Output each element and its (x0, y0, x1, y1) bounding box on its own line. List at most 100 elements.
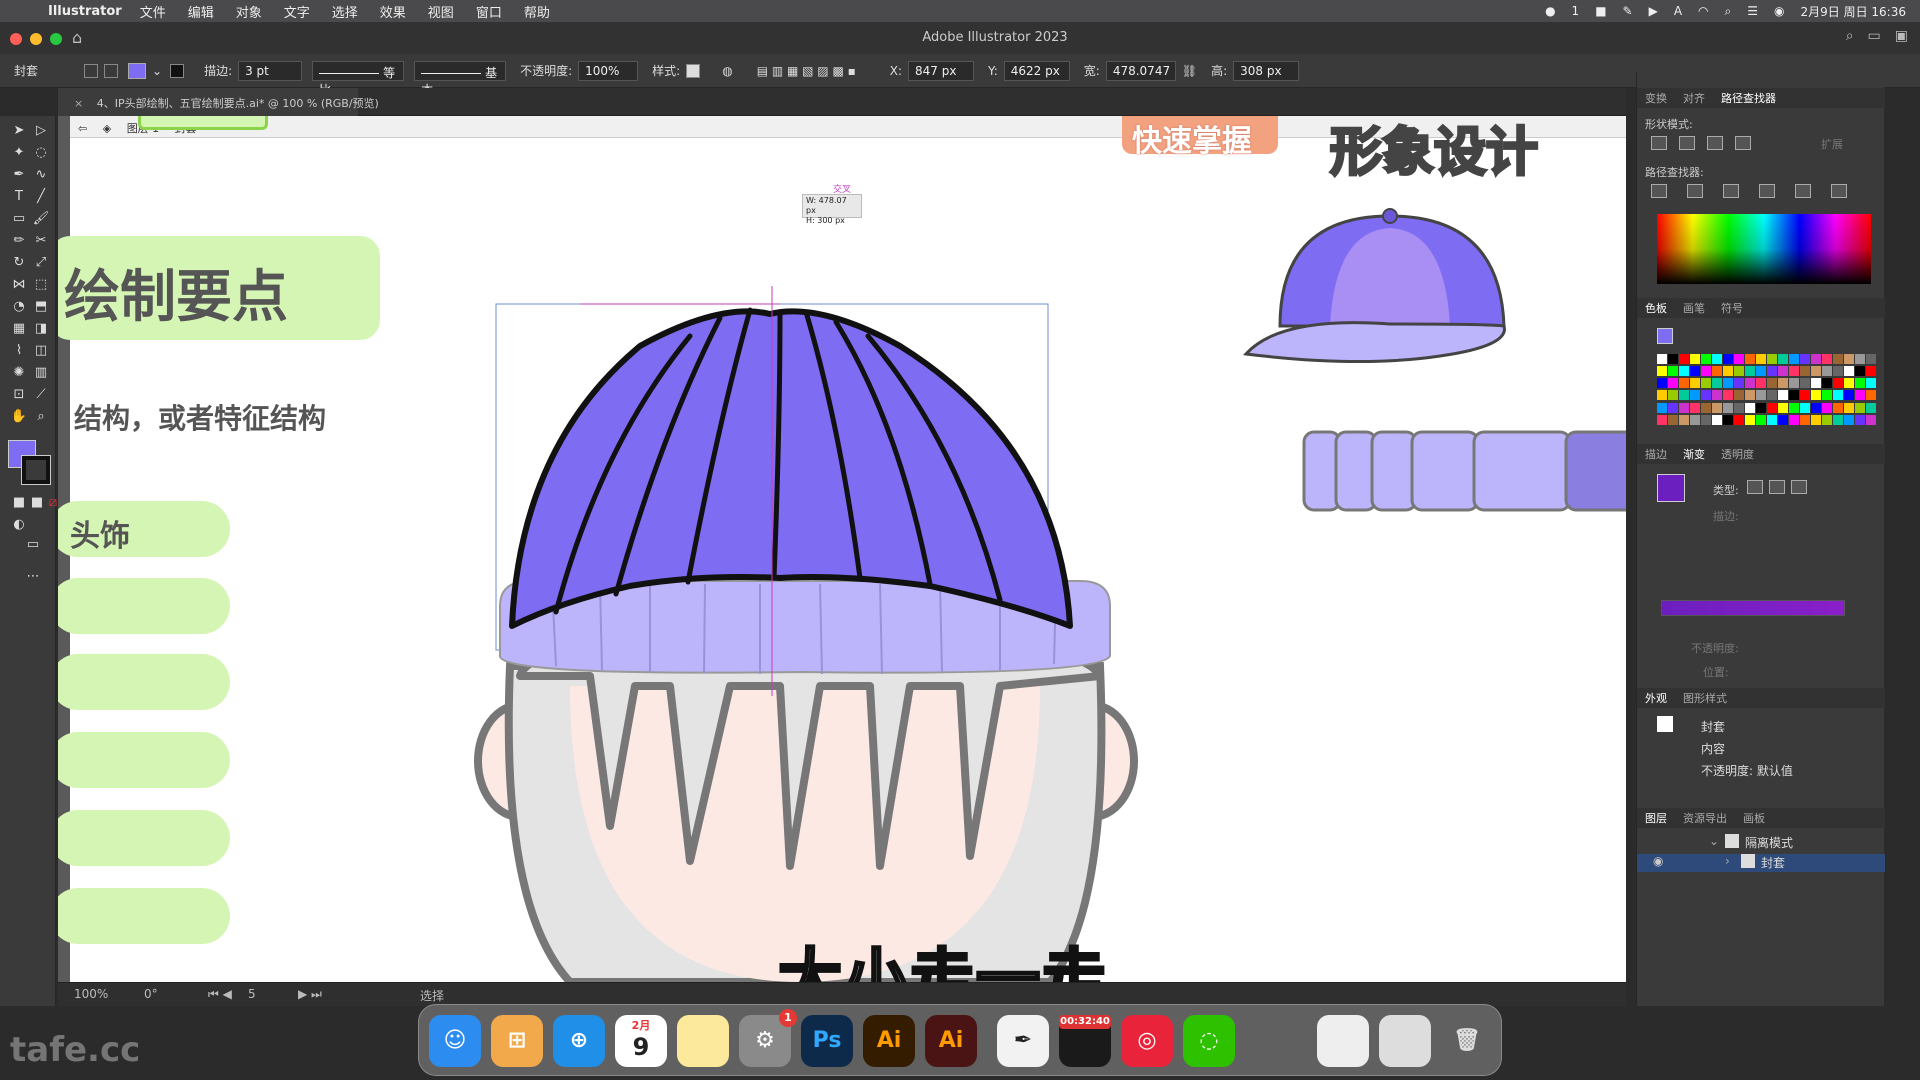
swatch[interactable] (1855, 354, 1865, 364)
stroke-weight-field[interactable]: 3 pt (238, 60, 303, 81)
perspective-tool-icon[interactable]: ⬒ (32, 298, 50, 316)
swatch[interactable] (1701, 390, 1711, 401)
y-field[interactable]: 4622 px (1003, 60, 1070, 81)
direct-selection-tool-icon[interactable]: ▷ (32, 122, 50, 140)
siri-icon[interactable]: ◉ (1774, 4, 1784, 18)
swatch[interactable] (1866, 414, 1876, 425)
document-tab[interactable]: × 4、IP头部绘制、五官绘制要点.ai* @ 100 % (RGB/预览) (58, 88, 379, 116)
width-field[interactable]: 478.0747 (1105, 60, 1176, 81)
outline-icon[interactable] (1795, 184, 1811, 198)
swatch[interactable] (1756, 366, 1766, 377)
zoom-level[interactable]: 100% (74, 987, 108, 1001)
swatch[interactable] (1778, 354, 1788, 364)
swatch[interactable] (1844, 354, 1854, 364)
finder-icon[interactable]: ☺ (429, 1015, 481, 1067)
swatch[interactable] (1800, 354, 1810, 364)
swatch[interactable] (1811, 402, 1821, 413)
variable-width-profile[interactable]: 等比 (312, 60, 405, 97)
swatch[interactable] (1822, 378, 1832, 389)
rotation-value[interactable]: 0° (144, 987, 158, 1001)
zoom-tool-icon[interactable]: ⌕ (32, 408, 50, 426)
control-center-icon[interactable]: ☰ (1747, 4, 1758, 18)
menu-help[interactable]: 帮助 (524, 2, 550, 21)
illustrator-icon[interactable]: Ai (863, 1015, 915, 1067)
swatch[interactable] (1745, 414, 1755, 425)
search-icon[interactable]: ⌕ (1846, 28, 1854, 44)
camera-icon[interactable]: ■ (1595, 4, 1606, 18)
radial-gradient-icon[interactable] (1769, 480, 1785, 494)
stroke-color-swatch[interactable] (170, 63, 185, 78)
swatch[interactable] (1679, 366, 1689, 377)
eyedropper-tool-icon[interactable]: ⌇ (10, 342, 28, 360)
swatch[interactable] (1668, 402, 1678, 413)
appearance-opacity[interactable]: 不透明度: 默认值 (1701, 762, 1793, 779)
scissors-tool-icon[interactable]: ✂ (32, 232, 50, 250)
link-icon[interactable]: ⛓ (1182, 64, 1197, 78)
swatch[interactable] (1756, 378, 1766, 389)
swatch[interactable] (1679, 390, 1689, 401)
vectornator-icon[interactable]: ✒ (997, 1015, 1049, 1067)
swatch[interactable] (1701, 366, 1711, 377)
recolor-icon[interactable]: ◍ (722, 64, 732, 78)
tab-appearance[interactable]: 外观 (1645, 690, 1667, 706)
menu-edit[interactable]: 编辑 (188, 2, 214, 21)
swatch[interactable] (1712, 414, 1722, 425)
swatch[interactable] (1745, 390, 1755, 401)
gradient-slider[interactable] (1661, 600, 1845, 616)
edit-contents-icon[interactable] (104, 63, 118, 78)
swatch[interactable] (1811, 366, 1821, 377)
launchpad-icon[interactable]: ⊞ (491, 1015, 543, 1067)
swatch[interactable] (1833, 402, 1843, 413)
play-icon[interactable]: ▶ (1649, 4, 1658, 18)
swatch[interactable] (1712, 354, 1722, 364)
swatch[interactable] (1833, 390, 1843, 401)
magic-wand-tool-icon[interactable]: ✦ (10, 144, 28, 162)
swatch[interactable] (1745, 378, 1755, 389)
tab-swatches[interactable]: 色板 (1645, 300, 1667, 316)
calendar-icon[interactable]: 2月 9 (615, 1015, 667, 1067)
swatch[interactable] (1668, 378, 1678, 389)
menu-effect[interactable]: 效果 (380, 2, 406, 21)
current-fill-swatch[interactable] (1657, 328, 1673, 344)
swatch-grid[interactable] (1657, 354, 1876, 426)
swatch[interactable] (1690, 366, 1700, 377)
tab-layers[interactable]: 图层 (1645, 810, 1667, 826)
swatch[interactable] (1745, 354, 1755, 364)
swatch[interactable] (1855, 378, 1865, 389)
swatch[interactable] (1778, 402, 1788, 413)
slice-tool-icon[interactable]: ⟋ (32, 386, 50, 404)
artboard-tool-icon[interactable]: ⊡ (10, 386, 28, 404)
swatch[interactable] (1756, 414, 1766, 425)
swatch[interactable] (1789, 378, 1799, 389)
appearance-content[interactable]: 内容 (1701, 740, 1725, 757)
swatch[interactable] (1712, 378, 1722, 389)
swatch[interactable] (1657, 378, 1667, 389)
swatch[interactable] (1822, 366, 1832, 377)
swatch[interactable] (1657, 390, 1667, 401)
color-mode-icon[interactable]: ■ (10, 494, 28, 512)
hand-tool-icon[interactable]: ✋ (10, 408, 28, 426)
swatch[interactable] (1822, 402, 1832, 413)
swatch[interactable] (1800, 378, 1810, 389)
swatch[interactable] (1734, 354, 1744, 364)
swatch[interactable] (1668, 366, 1678, 377)
swatch[interactable] (1811, 378, 1821, 389)
swatch[interactable] (1866, 354, 1876, 364)
swatch[interactable] (1833, 414, 1843, 425)
swatch[interactable] (1789, 390, 1799, 401)
tab-brushes[interactable]: 画笔 (1683, 300, 1705, 316)
swatch[interactable] (1822, 390, 1832, 401)
close-icon[interactable]: × (74, 97, 83, 110)
swatch[interactable] (1844, 366, 1854, 377)
swatch[interactable] (1701, 402, 1711, 413)
tab-stroke[interactable]: 描边 (1645, 446, 1667, 462)
swatch[interactable] (1767, 402, 1777, 413)
linear-gradient-icon[interactable] (1747, 480, 1763, 494)
lasso-tool-icon[interactable]: ◌ (32, 144, 50, 162)
swatch[interactable] (1712, 366, 1722, 377)
symbol-sprayer-tool-icon[interactable]: ✺ (10, 364, 28, 382)
freeform-gradient-icon[interactable] (1791, 480, 1807, 494)
chevron-down-icon[interactable]: ⌄ (152, 64, 162, 78)
swatch[interactable] (1756, 402, 1766, 413)
merge-icon[interactable] (1723, 184, 1739, 198)
